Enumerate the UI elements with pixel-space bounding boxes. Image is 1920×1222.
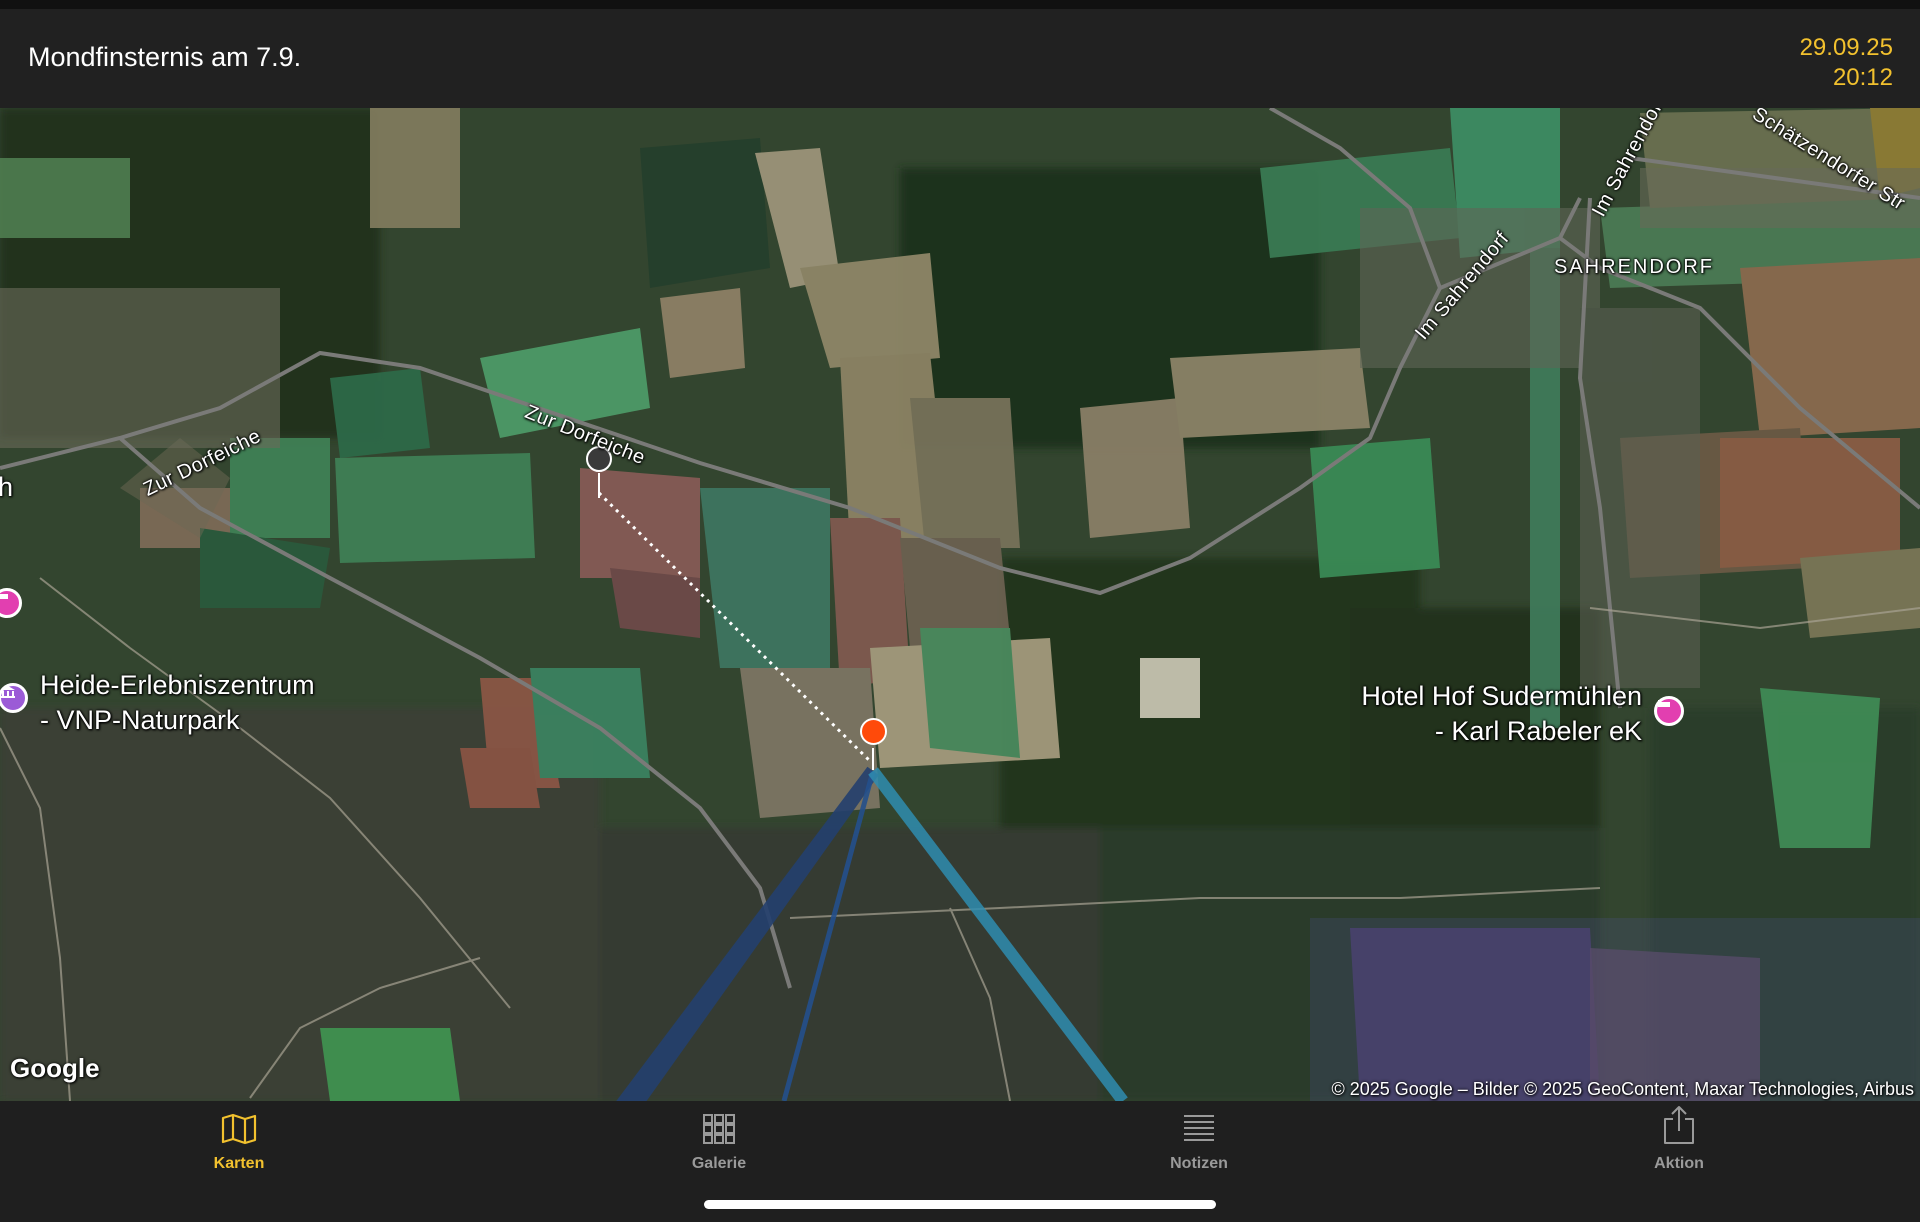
heath-area [1310,918,1920,1101]
edge-place-label: h [0,472,14,502]
tab-label: Galerie [691,1155,747,1172]
tab-label: Notizen [1170,1155,1228,1172]
google-logo: Google [10,1053,100,1083]
home-indicator [704,1200,1216,1209]
tab-label: Aktion [1654,1155,1704,1172]
poi-label-line1: Heide-Erlebniszentrum [40,670,315,700]
page-title: Mondfinsternis am 7.9. [28,42,302,72]
top-bar: Mondfinsternis am 7.9. 29.09.25 20:12 [0,0,1920,108]
town-label: SAHRENDORF [1554,256,1715,278]
time-label: 20:12 [1832,64,1893,91]
poi-label-line2: - VNP-Naturpark [40,705,240,735]
poi-label-hotel-hof-sudermuehlen[interactable]: Hotel Hof Sudermühlen - Karl Rabeler eK [1361,679,1642,749]
date-time-display: 29.09.25 20:12 [1800,33,1893,93]
notes-icon [1184,1115,1214,1141]
hotel-icon[interactable] [1654,696,1684,726]
satellite-map[interactable]: Zur Dorfeiche Zur Dorfeiche Im Sahrendor… [0,108,1920,1101]
tab-notizen[interactable]: Notizen [1119,1113,1279,1173]
tab-karten[interactable]: Karten [159,1113,319,1173]
tab-aktion[interactable]: Aktion [1599,1106,1759,1173]
poi-label-line2: - Karl Rabeler eK [1434,716,1642,746]
map-icon [221,1113,257,1145]
map-copyright[interactable]: © 2025 Google – Bilder © 2025 GeoContent… [1331,1079,1914,1100]
share-icon [1664,1106,1694,1144]
observer-marker[interactable] [860,718,887,745]
date-label: 29.09.25 [1799,34,1893,61]
poi-label-line1: Hotel Hof Sudermühlen [1361,681,1642,711]
tab-label: Karten [213,1155,265,1172]
tab-galerie[interactable]: Galerie [639,1113,799,1173]
poi-label-heide-erlebniszentrum[interactable]: Heide-Erlebniszentrum - VNP-Naturpark [40,668,315,738]
grid-icon [703,1114,735,1144]
